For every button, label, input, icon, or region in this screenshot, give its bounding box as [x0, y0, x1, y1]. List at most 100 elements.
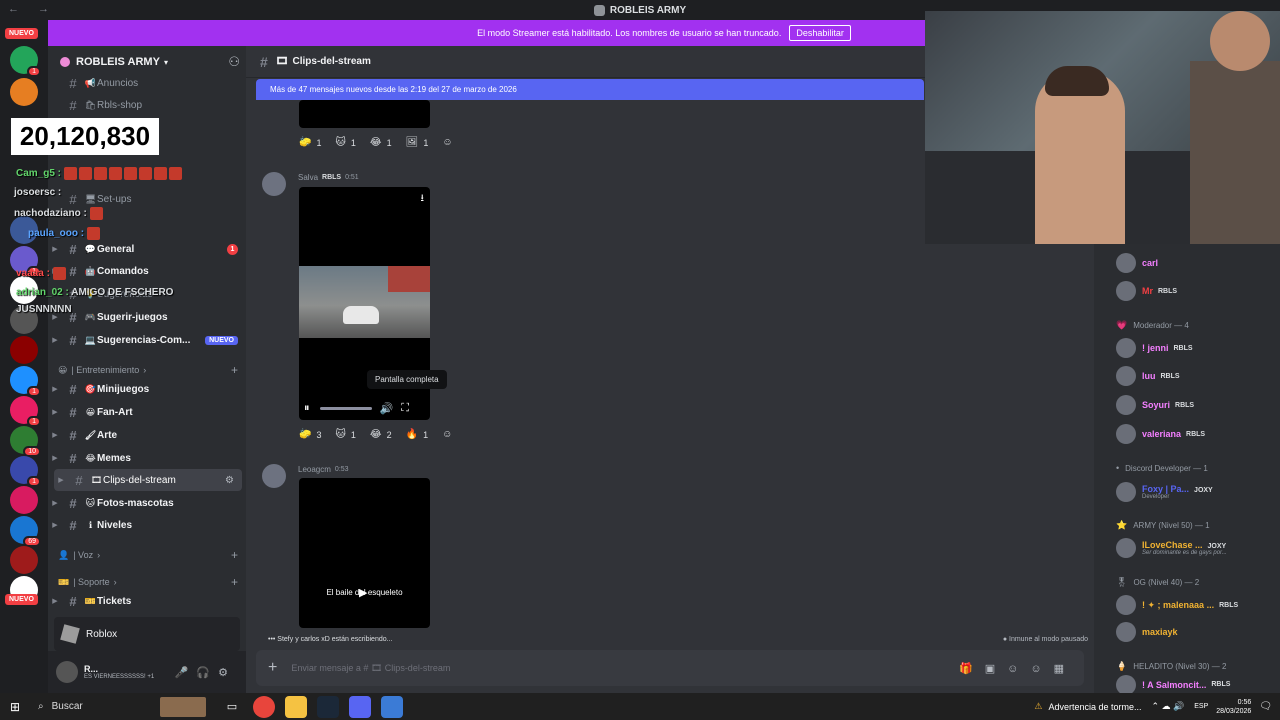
tooltip: Pantalla completa	[367, 370, 447, 389]
reaction[interactable]: 😂 1	[370, 137, 392, 148]
chevron-down-icon: ▾	[163, 57, 168, 67]
voice-controls[interactable]: 🎤🎧⚙	[175, 666, 236, 679]
channel-fotos-mascotas[interactable]: ▶ # 🐱 Fotos-mascotas	[48, 492, 246, 514]
tray-icons[interactable]: ⌃ ☁ 🔊	[1151, 701, 1184, 712]
activity-roblox[interactable]: Roblox	[54, 617, 240, 651]
server-icon[interactable]: 10	[10, 426, 41, 457]
member-item[interactable]: Foxy | Pa... JOXY Developer	[1094, 480, 1280, 504]
username: R...	[84, 664, 99, 674]
chevron-right-icon: ›	[143, 365, 147, 375]
steam-icon[interactable]	[317, 695, 339, 718]
reaction[interactable]: 🧽 1	[299, 137, 321, 148]
app-icon[interactable]	[381, 695, 403, 718]
notification-icon[interactable]: 🗨	[1259, 701, 1272, 712]
member-item[interactable]: Soyuri RBLS	[1094, 393, 1280, 417]
new-messages-bar[interactable]: Más de 47 mensajes nuevos desde las 2:19…	[256, 79, 924, 100]
reaction[interactable]: 🧽 3	[299, 429, 321, 440]
member-item[interactable]: ! ✦ ; malenaaa ... RBLS	[1094, 593, 1280, 617]
reaction[interactable]: 🖼 1	[406, 137, 429, 148]
message-composer[interactable]: + Enviar mensaje a # 🎞 Clips-del-stream …	[256, 650, 1084, 686]
composer-tools[interactable]: 🎁▣☺☺▦	[959, 662, 1076, 675]
channel-memes[interactable]: ▶ # 😂 Memes	[48, 447, 246, 469]
channel-rbls-shop[interactable]: # 🛍 Rbls-shop	[48, 94, 246, 116]
composer-placeholder[interactable]: Enviar mensaje a # 🎞 Clips-del-stream	[291, 663, 450, 674]
discord-icon[interactable]	[349, 695, 371, 718]
pause-icon[interactable]: ⏸	[304, 402, 310, 415]
video-player[interactable]: El baile del esqueleto ▶	[299, 478, 430, 628]
add-reaction-icon[interactable]: ☺	[442, 137, 457, 148]
play-icon[interactable]: ▶	[359, 586, 367, 599]
video-attachment[interactable]	[299, 100, 430, 128]
disable-streamer-button[interactable]: Deshabilitar	[789, 25, 851, 41]
add-member-icon[interactable]: ⚇	[228, 54, 240, 70]
server-icon[interactable]: 1	[10, 366, 41, 397]
server-icon[interactable]: 1	[10, 456, 41, 487]
server-icon[interactable]	[10, 546, 38, 574]
add-reaction-icon[interactable]: ☺	[442, 429, 457, 440]
news-thumbnail[interactable]	[160, 696, 206, 717]
member-item[interactable]: luu RBLS	[1094, 364, 1280, 388]
reaction[interactable]: 🔥 1	[406, 429, 428, 440]
channel-arte[interactable]: ▶ # 🖌 Arte	[48, 424, 246, 446]
system-clock[interactable]: 0:56 28/03/2026	[1216, 698, 1251, 716]
server-icon[interactable]: 69	[10, 516, 41, 547]
add-channel-icon[interactable]: +	[231, 575, 238, 589]
server-icon[interactable]: 1	[10, 46, 41, 77]
nav-arrows[interactable]: ← →	[8, 3, 57, 15]
server-icon[interactable]	[10, 78, 38, 106]
chrome-icon[interactable]	[253, 695, 275, 718]
avatar[interactable]	[56, 661, 78, 683]
channel-clips-del-stream[interactable]: ▶ # 🎞 Clips-del-stream ⚙	[54, 469, 242, 491]
avatar[interactable]	[262, 464, 286, 488]
channel-general[interactable]: ▶ # 💬 General 1	[48, 238, 246, 260]
channel-sugerir-juegos[interactable]: ▶ # 🎮 Sugerir-juegos	[48, 306, 246, 328]
overlay-chat-line: josoersc :	[14, 187, 62, 198]
member-item[interactable]: valeriana RBLS	[1094, 422, 1280, 446]
window-title: ROBLEIS ARMY	[609, 4, 687, 16]
reaction[interactable]: 🐱 1	[335, 429, 355, 440]
speaker-icon: 👤	[58, 549, 70, 560]
fullscreen-icon[interactable]: ⛶	[401, 402, 409, 415]
overlay-chat-line: paula_ooo :	[28, 227, 102, 240]
language-indicator[interactable]: ESP	[1194, 703, 1208, 710]
add-channel-icon[interactable]: +	[231, 548, 238, 562]
add-channel-icon[interactable]: +	[231, 363, 238, 377]
channel-sugerencias-com[interactable]: ▶ # 💻 Sugerencias-Com... NUEVO	[48, 329, 246, 351]
member-item[interactable]: ILoveChase ... JOXY Ser dominante es de ga…	[1094, 536, 1280, 560]
gear-icon[interactable]: ⚙	[225, 475, 234, 486]
author-name[interactable]: Leoagcm	[298, 465, 331, 474]
channel-minijuegos[interactable]: ▶ # 🎯 Minijuegos	[48, 378, 246, 400]
server-icon[interactable]	[10, 486, 38, 514]
member-item[interactable]: Mr RBLS	[1094, 279, 1280, 303]
reaction[interactable]: 😂 2	[370, 429, 392, 440]
member-item[interactable]: ! jenni RBLS	[1094, 336, 1280, 360]
download-icon[interactable]: ⭳	[421, 191, 425, 208]
taskbar-search[interactable]: ⌕ Buscar	[30, 693, 160, 720]
member-item[interactable]: maxiayk	[1094, 620, 1280, 644]
channel-tickets[interactable]: ▶ # 🎫 Tickets	[48, 590, 246, 612]
server-icon[interactable]	[10, 336, 38, 364]
task-view-icon[interactable]: ▭	[221, 696, 243, 718]
category-soporte[interactable]: 🎫 | Soporte › +	[58, 574, 238, 590]
member-list: carl Mr RBLS 💗 Moderador — 4 ! jenni RBLS l…	[1094, 244, 1280, 695]
author-name[interactable]: Salva	[298, 173, 318, 182]
category-voz[interactable]: 👤 | Voz › +	[58, 547, 238, 563]
role-header: 💗 Moderador — 4	[1116, 320, 1189, 330]
server-icon[interactable]: 1	[10, 396, 41, 427]
channel-comandos[interactable]: ▶#🤖Comandos	[48, 260, 246, 282]
avatar[interactable]	[262, 172, 286, 196]
add-attachment-icon[interactable]: +	[268, 659, 277, 677]
channel-fan-art[interactable]: ▶ # 😀 Fan-Art	[48, 401, 246, 423]
file-explorer-icon[interactable]	[285, 695, 307, 718]
nuevo-badge: NUEVO	[5, 28, 38, 39]
weather-warning[interactable]: ⚠ Advertencia de torme...	[1034, 701, 1141, 712]
channel-anuncios[interactable]: # 📢 Anuncios	[48, 72, 246, 94]
progress-bar[interactable]	[319, 407, 372, 410]
category-entretenimiento[interactable]: 😀 | Entretenimiento › +	[58, 362, 238, 378]
member-item[interactable]: ! A Salmoncit... RBLS	[1094, 674, 1280, 695]
member-item[interactable]: carl	[1094, 251, 1280, 275]
channel-niveles[interactable]: ▶ # ℹ Niveles	[48, 514, 246, 536]
volume-icon[interactable]: 🔊	[380, 402, 394, 415]
windows-start-icon[interactable]: ⊞	[0, 700, 30, 714]
reaction[interactable]: 🐱 1	[335, 137, 355, 148]
